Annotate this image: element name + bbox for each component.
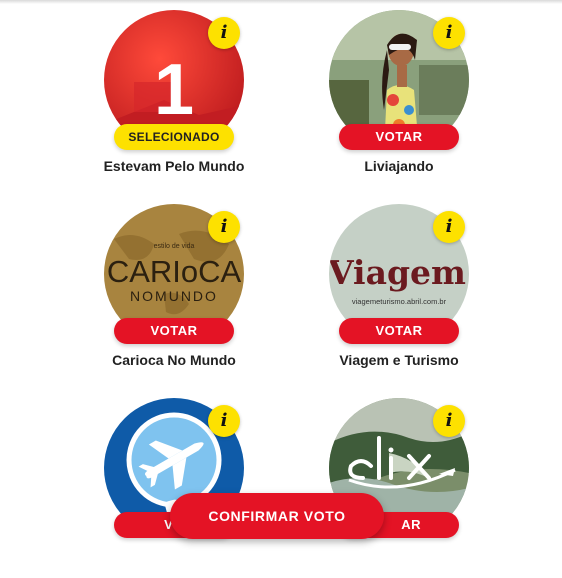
vote-button[interactable]: VOTAR <box>114 318 234 344</box>
candidate-name: Viagem e Turismo <box>339 352 459 368</box>
info-icon[interactable]: i <box>433 211 465 243</box>
logo-wordmark: CARIoCA <box>107 254 242 289</box>
info-icon[interactable]: i <box>208 17 240 49</box>
confirm-vote-button[interactable]: CONFIRMAR VOTO <box>170 493 384 539</box>
logo-tagline: estilo de vida <box>154 243 195 250</box>
logo-subtitle: NOMUNDO <box>130 288 218 304</box>
info-icon[interactable]: i <box>433 405 465 437</box>
candidate-card-estevam: 1 i SELECIONADO Estevam Pelo Mundo <box>84 10 264 190</box>
vote-button[interactable]: VOTAR <box>339 124 459 150</box>
avatar-number: 1 <box>154 50 194 130</box>
candidate-name: Liviajando <box>364 158 434 174</box>
candidate-card-viagem: Viagem viagemeturismo.abril.com.br i VOT… <box>309 204 489 384</box>
candidate-card-6: i AR <box>309 398 489 578</box>
candidate-card-liviajando: i VOTAR Liviajando <box>309 10 489 190</box>
candidate-name: Carioca No Mundo <box>112 352 236 368</box>
info-icon[interactable]: i <box>433 17 465 49</box>
candidate-card-5: i VO <box>84 398 264 578</box>
info-icon[interactable]: i <box>208 405 240 437</box>
candidate-name: Estevam Pelo Mundo <box>103 158 245 174</box>
header-shadow <box>0 0 562 4</box>
candidate-card-carioca: estilo de vida CARIoCA NOMUNDO i VOTAR C… <box>84 204 264 384</box>
logo-wordmark: Viagem <box>329 253 466 292</box>
logo-url: viagemeturismo.abril.com.br <box>352 297 447 306</box>
vote-button[interactable]: VOTAR <box>339 318 459 344</box>
info-icon[interactable]: i <box>208 211 240 243</box>
selected-button[interactable]: SELECIONADO <box>114 124 234 150</box>
